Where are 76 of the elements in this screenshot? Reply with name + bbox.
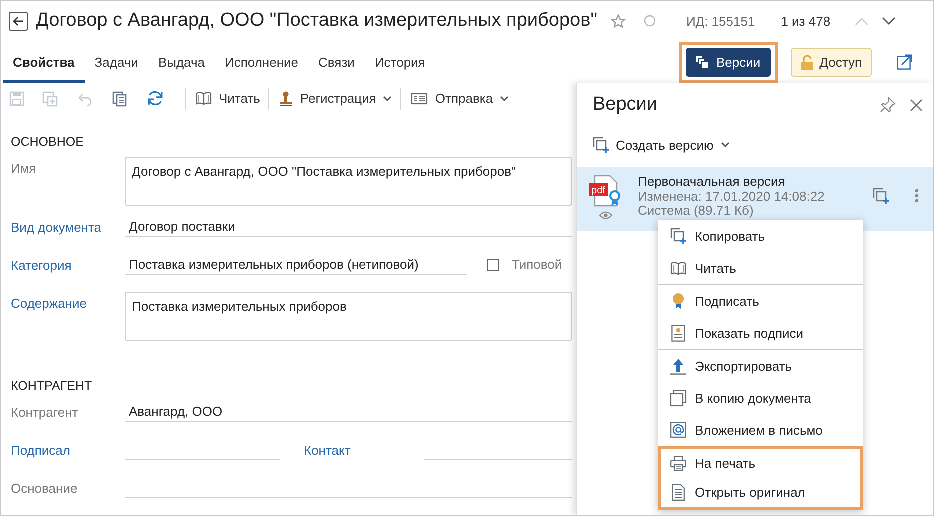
field-label[interactable]: Подписал [11, 439, 125, 458]
chevron-down-icon[interactable] [882, 16, 896, 26]
toolbar-button[interactable]: Читать [196, 91, 266, 106]
tab[interactable]: Выдача [148, 44, 216, 83]
refresh-icon[interactable] [147, 90, 164, 107]
at-sign-icon [670, 422, 687, 438]
caret-icon [500, 96, 510, 102]
document-title: Договор с Авангард, ООО "Поставка измерительных приборов" [36, 10, 598, 32]
card-icon [411, 92, 428, 104]
id-label: ИД: 155151 [686, 14, 756, 28]
tab[interactable]: Исполнение [215, 44, 309, 83]
versions-button[interactable]: Версии [686, 48, 771, 76]
open-in-new-window-icon[interactable] [897, 54, 913, 70]
certificate-icon [670, 324, 687, 342]
copy-plus-icon[interactable] [873, 188, 889, 204]
padlock-icon [800, 54, 814, 70]
book-icon [196, 91, 212, 106]
copy-plus-icon [593, 137, 609, 153]
version-modified: Изменена: 17.01.2020 14:08:22 [638, 190, 826, 204]
section-heading: ОСНОВНОЕ [11, 134, 85, 151]
eye-icon[interactable] [599, 211, 613, 220]
stamp-icon [279, 90, 294, 106]
toolbar-button[interactable]: Отправка [411, 91, 516, 106]
checkbox[interactable] [487, 258, 499, 270]
field-label[interactable]: Категория [11, 254, 125, 273]
field-label[interactable]: Содержание [11, 292, 125, 311]
version-author: Система (89.71 Кб) [638, 204, 755, 218]
access-button[interactable]: Доступ [790, 48, 872, 76]
copy-icon [670, 390, 687, 406]
printer-icon [670, 456, 687, 471]
menu-item[interactable]: Открыть оригинал [658, 478, 863, 510]
versions-icon [696, 56, 711, 68]
panel-title: Версии [593, 94, 659, 116]
tab[interactable]: История [364, 44, 436, 83]
status-circle-icon [644, 15, 656, 27]
menu-item[interactable]: Экспортировать [658, 350, 863, 382]
tab[interactable]: Связи [308, 44, 365, 83]
text-area[interactable]: Поставка измерительных приборов [125, 292, 572, 341]
copy-icon[interactable] [112, 90, 128, 106]
menu-item[interactable]: Показать подписи [658, 317, 863, 349]
field-label: Имя [11, 160, 38, 176]
text-area[interactable]: Договор с Авангард, ООО "Поставка измерительных приборов" [125, 157, 572, 206]
tab[interactable]: Задачи [84, 44, 148, 83]
field-label[interactable]: Вид документа [11, 216, 125, 235]
pin-icon[interactable] [880, 97, 896, 113]
back-button[interactable] [9, 12, 28, 30]
input-field[interactable]: Авангард, ООО [125, 401, 572, 422]
menu-item[interactable]: Подписать [658, 285, 863, 317]
version-name: Первоначальная версия [638, 175, 786, 190]
copy-plus-icon [670, 228, 687, 244]
menu-item[interactable]: Читать [658, 252, 863, 284]
back-arrow-icon [13, 16, 24, 26]
menu-item[interactable]: В копию документа [658, 382, 863, 414]
checkbox-label: Типовой [512, 257, 562, 272]
create-version-button[interactable]: Создать версию [593, 137, 730, 153]
menu-item[interactable]: На печать [658, 446, 863, 478]
caret-icon [720, 142, 730, 148]
input-field[interactable]: Поставка измерительных приборов (нетиповой) [125, 254, 467, 275]
caret-icon [383, 96, 392, 102]
menu-item[interactable]: Вложением в письмо [658, 414, 863, 446]
version-row[interactable]: pdf Первоначальная версия Изменена: 17.01.2020 14:08:22 Система (89.71 Кб) [577, 167, 933, 231]
input-field[interactable]: Договор поставки [125, 216, 572, 237]
field-label[interactable]: Контакт [280, 439, 424, 458]
upload-icon [670, 358, 687, 374]
star-icon[interactable] [611, 14, 626, 28]
field-label: Основание [11, 480, 79, 496]
section-heading: КОНТРАГЕНТ [11, 378, 94, 395]
book-icon [670, 260, 687, 276]
medal-icon [670, 293, 687, 309]
document-icon [670, 484, 687, 501]
more-icon[interactable] [915, 189, 919, 203]
record-counter: 1 из 478 [781, 14, 831, 28]
toolbar-button[interactable]: Регистрация [279, 90, 398, 106]
field-label: Контрагент [11, 404, 80, 420]
close-icon[interactable] [910, 98, 923, 112]
tab[interactable]: Свойства [3, 44, 85, 83]
